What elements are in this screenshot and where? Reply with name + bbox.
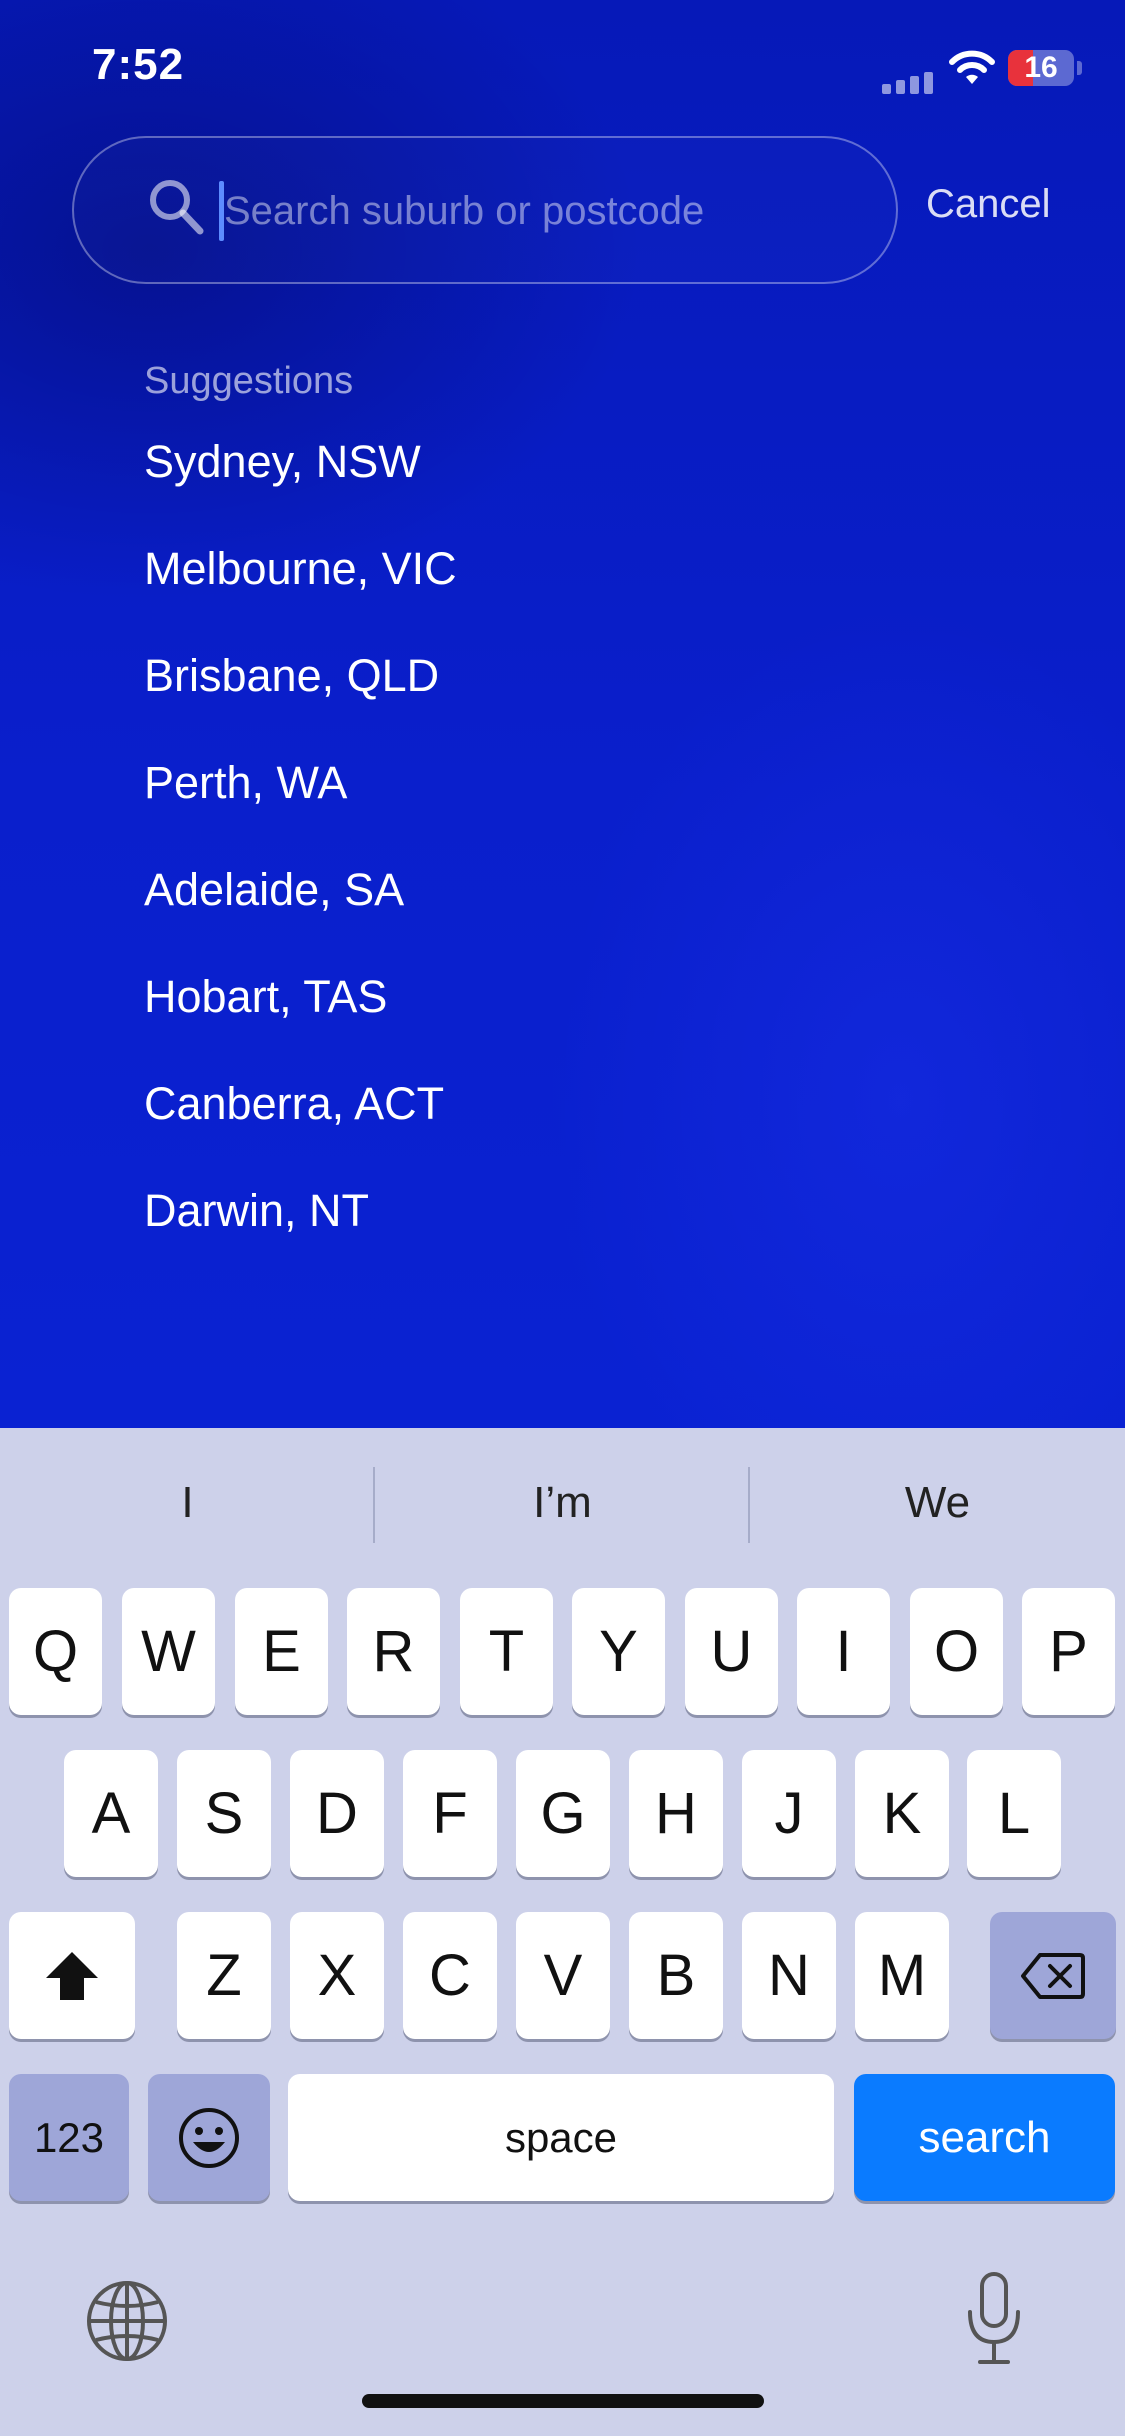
suggestion-item[interactable]: Darwin, NT xyxy=(144,1179,1044,1286)
wifi-icon xyxy=(949,50,995,84)
microphone-icon[interactable] xyxy=(962,2270,1026,2368)
home-indicator xyxy=(362,2394,764,2408)
key-s[interactable]: S xyxy=(177,1750,271,1877)
key-d[interactable]: D xyxy=(290,1750,384,1877)
key-e[interactable]: E xyxy=(235,1588,328,1715)
key-g[interactable]: G xyxy=(516,1750,610,1877)
key-t[interactable]: T xyxy=(460,1588,553,1715)
search-bar[interactable] xyxy=(72,136,898,284)
key-o[interactable]: O xyxy=(910,1588,1003,1715)
cancel-button[interactable]: Cancel xyxy=(926,182,1051,227)
key-x[interactable]: X xyxy=(290,1912,384,2039)
key-w[interactable]: W xyxy=(122,1588,215,1715)
key-l[interactable]: L xyxy=(967,1750,1061,1877)
battery-cap xyxy=(1077,61,1082,75)
suggestion-item[interactable]: Perth, WA xyxy=(144,751,1044,858)
key-b[interactable]: B xyxy=(629,1912,723,2039)
key-q[interactable]: Q xyxy=(9,1588,102,1715)
key-u[interactable]: U xyxy=(685,1588,778,1715)
key-v[interactable]: V xyxy=(516,1912,610,2039)
search-input[interactable] xyxy=(222,168,826,254)
key-n[interactable]: N xyxy=(742,1912,836,2039)
search-key[interactable]: search xyxy=(854,2074,1115,2201)
prediction-item[interactable]: I’m xyxy=(375,1478,750,1528)
shift-key[interactable] xyxy=(9,1912,135,2039)
key-h[interactable]: H xyxy=(629,1750,723,1877)
space-key[interactable]: space xyxy=(288,2074,834,2201)
emoji-key[interactable] xyxy=(148,2074,270,2201)
status-time: 7:52 xyxy=(92,40,185,89)
delete-key[interactable] xyxy=(990,1912,1116,2039)
cellular-signal-icon xyxy=(882,72,933,94)
key-f[interactable]: F xyxy=(403,1750,497,1877)
key-i[interactable]: I xyxy=(797,1588,890,1715)
prediction-item[interactable]: We xyxy=(750,1478,1125,1528)
key-p[interactable]: P xyxy=(1022,1588,1115,1715)
key-a[interactable]: A xyxy=(64,1750,158,1877)
battery-icon: 16 xyxy=(1008,50,1074,86)
suggestion-item[interactable]: Hobart, TAS xyxy=(144,965,1044,1072)
key-r[interactable]: R xyxy=(347,1588,440,1715)
key-y[interactable]: Y xyxy=(572,1588,665,1715)
key-c[interactable]: C xyxy=(403,1912,497,2039)
suggestion-item[interactable]: Adelaide, SA xyxy=(144,858,1044,965)
numbers-key[interactable]: 123 xyxy=(9,2074,129,2201)
key-m[interactable]: M xyxy=(855,1912,949,2039)
emoji-icon xyxy=(179,2107,239,2168)
battery-level: 16 xyxy=(1024,51,1058,84)
globe-icon[interactable] xyxy=(84,2278,170,2364)
predictive-bar: I I’m We xyxy=(0,1428,1125,1583)
key-z[interactable]: Z xyxy=(177,1912,271,2039)
suggestion-item[interactable]: Canberra, ACT xyxy=(144,1072,1044,1179)
backspace-icon xyxy=(1021,1952,1085,1999)
suggestions-list: Sydney, NSW Melbourne, VIC Brisbane, QLD… xyxy=(144,430,1044,1286)
key-k[interactable]: K xyxy=(855,1750,949,1877)
suggestion-item[interactable]: Brisbane, QLD xyxy=(144,644,1044,751)
prediction-item[interactable]: I xyxy=(0,1478,375,1528)
shift-icon xyxy=(46,1951,98,2000)
suggestion-item[interactable]: Melbourne, VIC xyxy=(144,537,1044,644)
key-j[interactable]: J xyxy=(742,1750,836,1877)
suggestions-header: Suggestions xyxy=(144,360,354,402)
search-icon xyxy=(150,180,204,235)
suggestion-item[interactable]: Sydney, NSW xyxy=(144,430,1044,537)
